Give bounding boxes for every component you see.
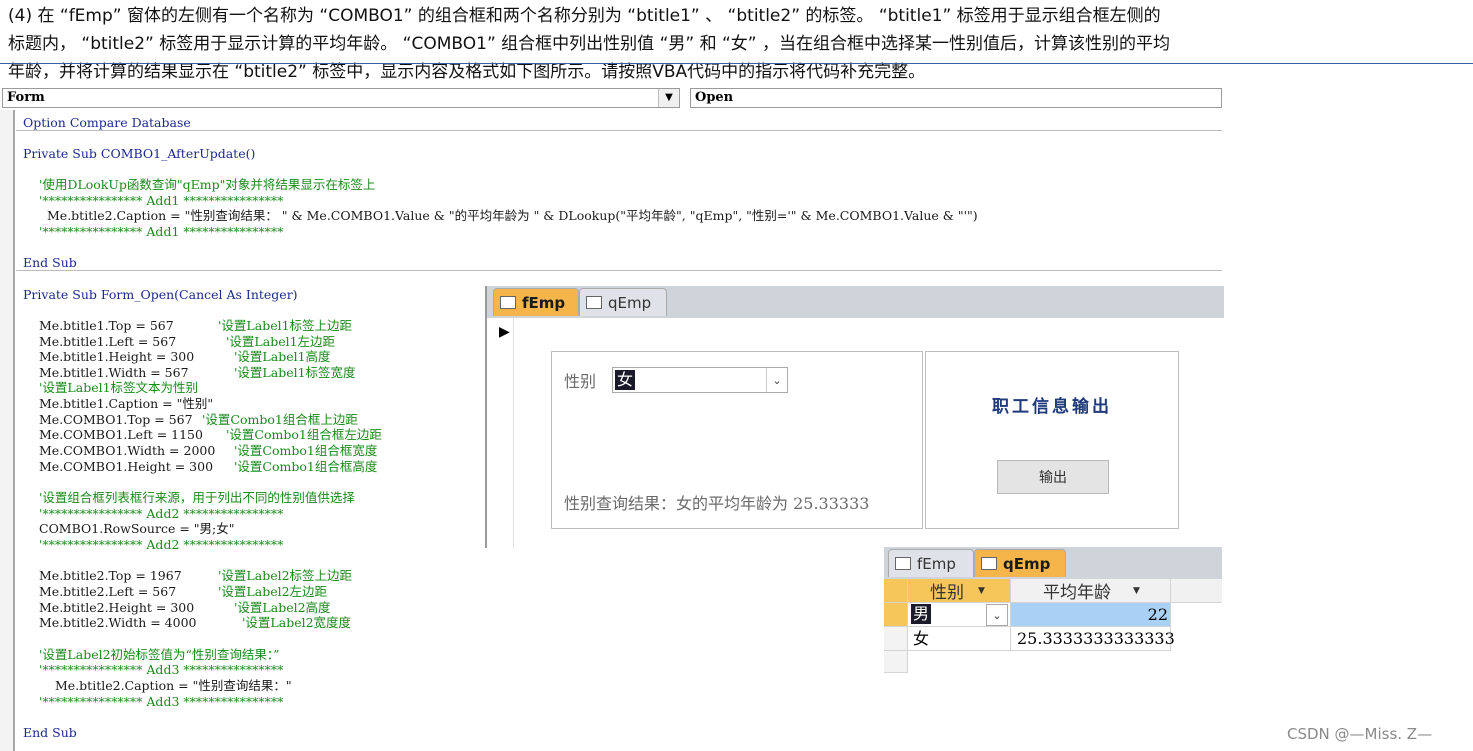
code-comment[interactable]: '设置Label2左边距 (218, 584, 327, 600)
code-line[interactable]: Me.btitle2.Width = 4000 (39, 615, 196, 631)
question-line-2: 标题内， “btitle2” 标签用于显示计算的平均年龄。 “COMBO1” 组… (8, 34, 1171, 54)
tab-qEmp[interactable]: qEmp (579, 288, 667, 316)
editor-gutter (0, 110, 13, 751)
form-icon (895, 557, 911, 570)
code-comment[interactable]: '设置Label1左边距 (226, 334, 335, 350)
column-header-label: 平均年龄 (1043, 583, 1111, 603)
code-comment[interactable]: '设置Label1标签上边距 (218, 318, 352, 334)
code-line[interactable]: Me.btitle2.Left = 567 (39, 584, 176, 600)
code-comment[interactable]: '设置Label1标签宽度 (234, 365, 356, 381)
tab-fEmp[interactable]: fEmp (493, 288, 579, 316)
code-comment[interactable]: '**************** Add1 **************** (39, 193, 283, 209)
chevron-down-icon[interactable]: ▼ (658, 89, 679, 107)
procedure-separator (16, 270, 1222, 271)
result-label: 性别查询结果：女的平均年龄为 25.33333 (564, 494, 870, 513)
code-comment[interactable]: '**************** Add2 **************** (39, 506, 283, 522)
code-line[interactable]: Me.btitle1.Width = 567 (39, 365, 189, 381)
column-header-label: 性别 (930, 583, 964, 603)
code-line[interactable]: End Sub (23, 725, 77, 741)
tab-fEmp[interactable]: fEmp (888, 549, 974, 577)
cell-value: 男 (911, 604, 932, 624)
header-filler (1171, 579, 1222, 603)
query-tab-bar: fEmp qEmp (884, 547, 1222, 579)
code-comment[interactable]: '设置Combo1组合框高度 (234, 459, 377, 475)
editor-margin (13, 110, 15, 751)
code-line[interactable]: Me.btitle1.Left = 567 (39, 334, 176, 350)
tab-label: fEmp (522, 293, 566, 312)
code-line[interactable]: Me.btitle1.Height = 300 (39, 349, 194, 365)
query-window: fEmp qEmp 性别 ▼ 平均年龄 ▼ 男 ⌄ 22 女 25.333333… (884, 547, 1222, 673)
row-selector[interactable] (884, 627, 908, 651)
code-comment[interactable]: '设置Label2高度 (234, 600, 331, 616)
chevron-down-icon[interactable]: ▼ (978, 586, 985, 596)
form-title: 职工信息输出 (992, 397, 1112, 417)
table-cell-avg-age[interactable]: 22 (1011, 603, 1171, 627)
right-panel: 职工信息输出 输出 (925, 351, 1179, 529)
select-all-corner[interactable] (884, 579, 908, 603)
chevron-down-icon[interactable]: ⌄ (766, 368, 787, 392)
code-line[interactable]: End Sub (23, 255, 77, 271)
divider (0, 63, 1473, 64)
code-comment[interactable]: '设置Label1高度 (234, 349, 331, 365)
code-comment[interactable]: '设置组合框列表框行来源，用于列出不同的性别值供选择 (39, 490, 355, 506)
code-line[interactable]: Me.btitle2.Height = 300 (39, 600, 194, 616)
procedure-separator (16, 130, 1222, 131)
code-comment[interactable]: '设置Combo1组合框宽度 (234, 443, 377, 459)
tab-label: qEmp (1003, 554, 1051, 573)
left-panel: 性别 女 ⌄ 性别查询结果：女的平均年龄为 25.33333 (551, 351, 923, 529)
gender-label: 性别 (564, 372, 597, 391)
code-comment[interactable]: '设置Label1标签文本为性别 (39, 380, 198, 396)
row-selector[interactable] (884, 651, 908, 673)
tab-label: qEmp (608, 293, 652, 312)
query-icon (586, 296, 602, 309)
chevron-down-icon[interactable]: ⌄ (986, 604, 1008, 626)
code-comment[interactable]: '设置Combo1组合框左边距 (226, 427, 382, 443)
form-icon (500, 296, 516, 309)
chevron-down-icon[interactable]: ▼ (1133, 586, 1140, 596)
code-comment[interactable]: '**************** Add3 **************** (39, 662, 283, 678)
gender-combo[interactable]: 女 ⌄ (612, 367, 788, 393)
code-line[interactable]: Me.btitle2.Caption = "性别查询结果：" (55, 678, 292, 694)
row-selector[interactable] (884, 603, 908, 627)
code-line[interactable]: Me.COMBO1.Height = 300 (39, 459, 213, 475)
code-line[interactable]: Me.btitle2.Top = 1967 (39, 568, 182, 584)
table-cell-gender[interactable]: 女 (908, 627, 1011, 651)
code-line[interactable]: Me.btitle1.Caption = "性别" (39, 396, 213, 412)
tab-qEmp[interactable]: qEmp (974, 549, 1066, 577)
output-button[interactable]: 输出 (997, 460, 1109, 494)
query-icon (981, 557, 997, 570)
code-line[interactable]: Me.btitle1.Top = 567 (39, 318, 174, 334)
gender-combo-value: 女 (615, 370, 636, 390)
code-line[interactable]: Private Sub Form_Open(Cancel As Integer) (23, 287, 298, 303)
code-comment[interactable]: '设置Label2标签上边距 (218, 568, 352, 584)
code-line[interactable]: COMBO1.RowSource = "男;女" (39, 521, 234, 537)
code-line[interactable]: Option Compare Database (23, 115, 191, 131)
code-line[interactable]: Me.btitle2.Caption = "性别查询结果： " & Me.COM… (47, 208, 978, 224)
table-cell-gender[interactable]: 男 ⌄ (908, 603, 1011, 627)
table-cell-avg-age[interactable]: 25.3333333333333 (1011, 627, 1175, 651)
object-combo-value: Form (7, 90, 45, 105)
code-line[interactable]: Private Sub COMBO1_AfterUpdate() (23, 146, 255, 162)
code-comment[interactable]: '**************** Add3 **************** (39, 694, 283, 710)
record-selector-bar (487, 318, 514, 548)
question-line-1: (4) 在 “fEmp” 窗体的左侧有一个名称为 “COMBO1” 的组合框和两… (8, 6, 1161, 26)
column-header-avg-age[interactable]: 平均年龄 ▼ (1011, 579, 1171, 603)
form-window: fEmp qEmp ▶ 性别 女 ⌄ 性别查询结果：女的平均年龄为 25.333… (485, 286, 1224, 548)
tab-label: fEmp (917, 554, 956, 573)
code-comment[interactable]: '设置Label2初始标签值为“性别查询结果：” (39, 647, 280, 663)
object-combo[interactable]: Form ▼ (2, 88, 680, 108)
code-comment[interactable]: '设置Label2宽度度 (242, 615, 351, 631)
code-comment[interactable]: '设置Combo1组合框上边距 (202, 412, 358, 428)
procedure-combo[interactable]: Open (690, 88, 1222, 108)
watermark-text: CSDN @—Miss. Z— (1287, 725, 1433, 743)
code-line[interactable]: Me.COMBO1.Top = 567 (39, 412, 193, 428)
code-comment[interactable]: '使用DLookUp函数查询"qEmp"对象并将结果显示在标签上 (39, 177, 375, 193)
code-comment[interactable]: '**************** Add2 **************** (39, 537, 283, 553)
code-line[interactable]: Me.COMBO1.Width = 2000 (39, 443, 215, 459)
code-line[interactable]: Me.COMBO1.Left = 1150 (39, 427, 203, 443)
column-header-gender[interactable]: 性别 ▼ (908, 579, 1011, 603)
form-tab-bar: fEmp qEmp (487, 286, 1224, 318)
procedure-combo-value: Open (695, 90, 734, 105)
code-comment[interactable]: '**************** Add1 **************** (39, 224, 283, 240)
